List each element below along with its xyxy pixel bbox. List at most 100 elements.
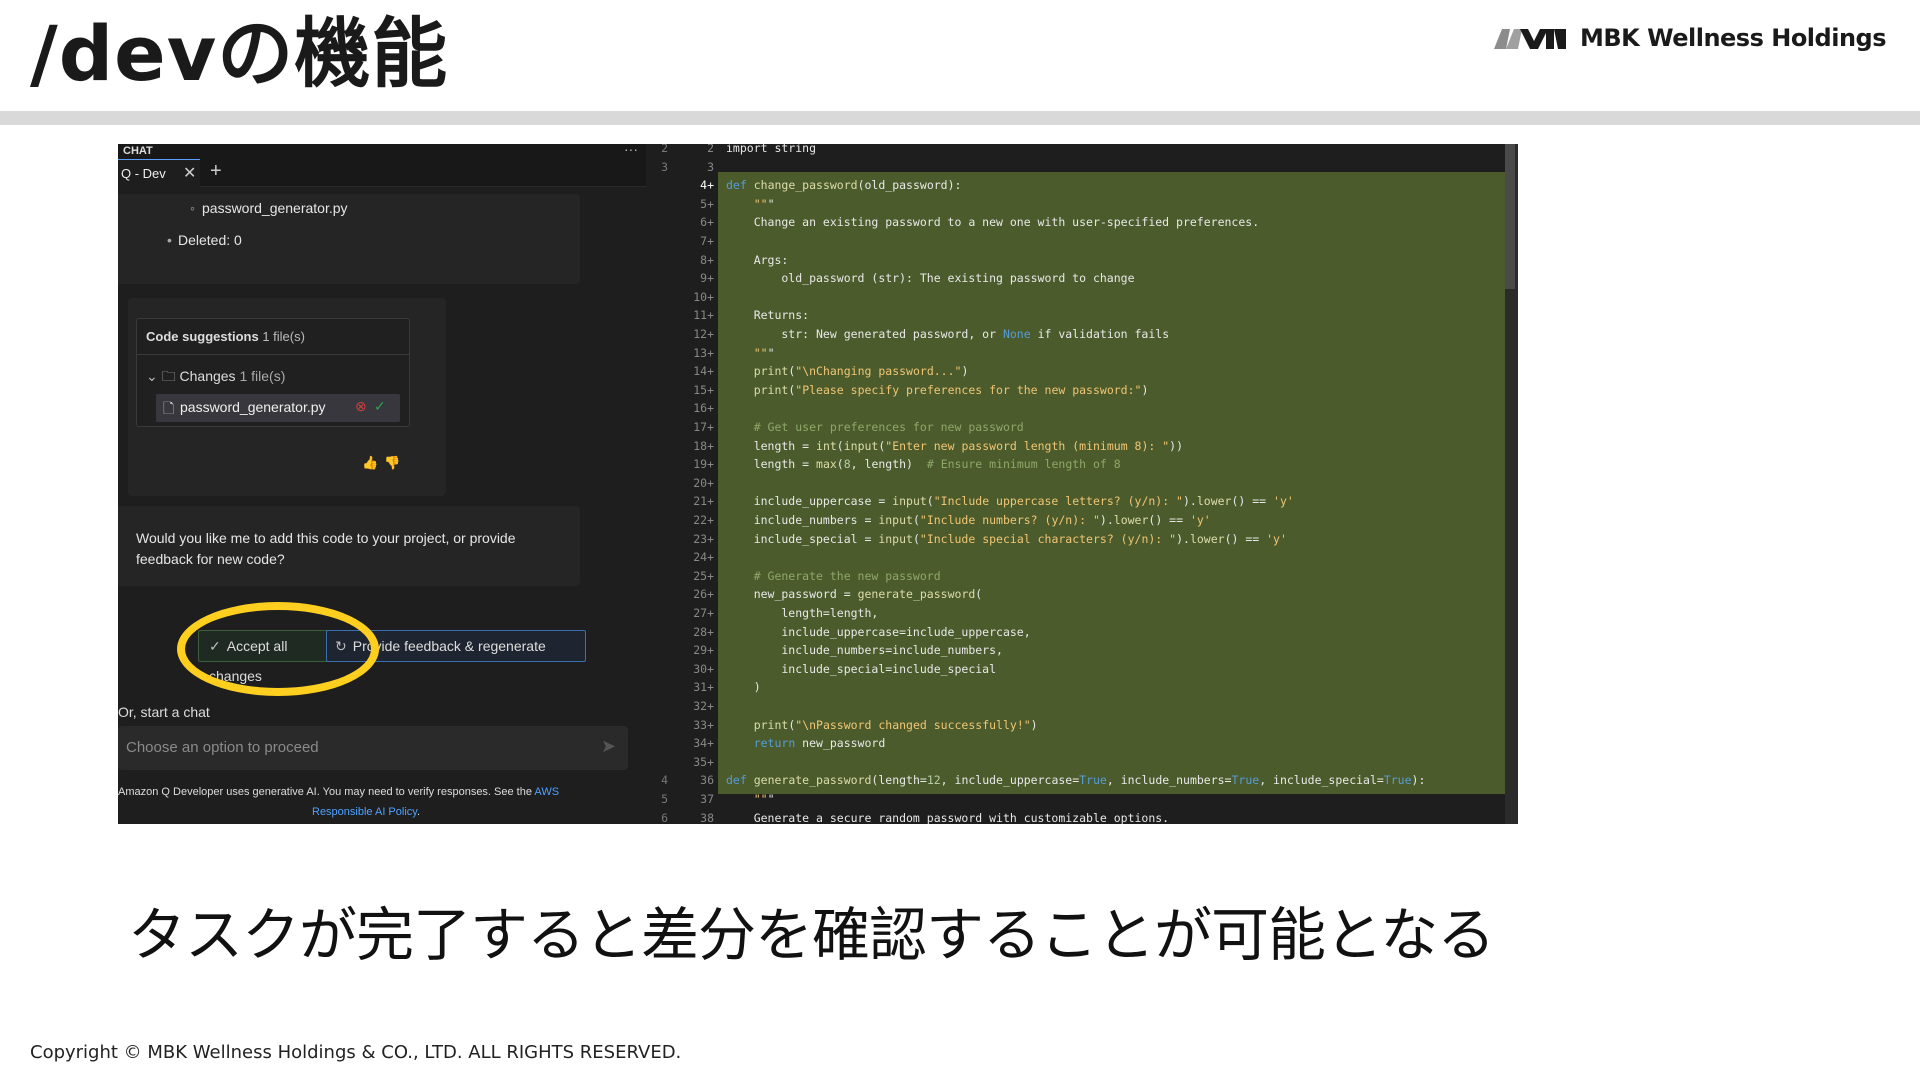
code-line[interactable]: import string xyxy=(726,144,816,158)
chat-tab-bar: Q - Dev ✕ + xyxy=(118,159,646,187)
new-line-number: 18+ xyxy=(693,438,714,453)
changes-label: Changes xyxy=(179,368,236,384)
code-suggestions-count: 1 file(s) xyxy=(262,329,305,344)
code-line[interactable]: include_special = input("Include special… xyxy=(726,530,1287,549)
code-line[interactable]: old_password (str): The existing passwor… xyxy=(726,269,1134,288)
send-icon[interactable]: ➤ xyxy=(601,736,616,757)
thumbs-down-icon[interactable]: 👎 xyxy=(384,455,406,470)
old-line-number xyxy=(652,567,668,586)
code-line[interactable]: include_uppercase=include_uppercase, xyxy=(726,623,1030,642)
new-line-number: 33+ xyxy=(693,717,714,732)
code-line[interactable]: Returns: xyxy=(726,306,809,325)
code-line[interactable]: """ xyxy=(726,195,775,214)
aws-link[interactable]: AWS xyxy=(534,786,559,798)
old-line-number xyxy=(652,213,668,232)
code-line[interactable]: print("\nPassword changed successfully!"… xyxy=(726,716,1038,735)
code-line[interactable]: length = max(8, length) # Ensure minimum… xyxy=(726,455,1121,474)
chat-header-title: CHAT xyxy=(123,145,153,157)
new-line-number: 32+ xyxy=(693,699,714,713)
code-line[interactable]: """ xyxy=(726,344,775,363)
code-line[interactable]: def change_password(old_password): xyxy=(726,176,961,195)
new-tab-icon[interactable]: + xyxy=(210,160,222,183)
header-divider xyxy=(0,111,1920,125)
code-line[interactable]: Generate a secure random password with c… xyxy=(726,809,1169,824)
old-line-number xyxy=(652,734,668,753)
old-line-number xyxy=(652,530,668,549)
new-line-number: 36 xyxy=(700,773,714,788)
code-line[interactable]: print("\nChanging password...") xyxy=(726,362,969,381)
old-line-number xyxy=(652,716,668,735)
start-chat-label: Or, start a chat xyxy=(118,704,210,720)
new-line-number: 2 xyxy=(707,144,714,155)
changes-folder[interactable]: ⌄ 🗀 Changes 1 file(s) xyxy=(146,366,285,390)
new-line-number: 35+ xyxy=(693,754,714,769)
thumbs-up-icon[interactable]: 👍 xyxy=(362,455,384,470)
tab-q-dev[interactable]: Q - Dev ✕ xyxy=(118,159,200,187)
new-line-number: 13+ xyxy=(693,345,714,360)
old-line-number: 3 xyxy=(661,159,668,174)
new-line-number: 6+ xyxy=(700,215,714,230)
list-item-deleted: Deleted: 0 xyxy=(167,232,242,248)
code-line[interactable]: include_special=include_special xyxy=(726,660,996,679)
code-line[interactable]: def generate_password(length=12, include… xyxy=(726,771,1425,790)
old-line-number xyxy=(652,306,668,325)
code-line[interactable]: Args: xyxy=(726,251,789,270)
more-options-icon[interactable]: ··· xyxy=(624,144,638,157)
old-line-number: 4 xyxy=(661,773,668,788)
code-line[interactable]: length = int(input("Enter new password l… xyxy=(726,437,1183,456)
new-line-number: 27+ xyxy=(693,606,714,620)
old-line-number xyxy=(652,232,668,251)
old-line-number xyxy=(652,325,668,344)
code-line[interactable]: str: New generated password, or None if … xyxy=(726,325,1169,344)
old-line-number xyxy=(652,455,668,474)
accept-check-icon[interactable]: ✓ xyxy=(374,398,386,415)
new-line-number: 23+ xyxy=(693,531,714,546)
new-line-number: 9+ xyxy=(700,271,714,286)
new-line-number: 19+ xyxy=(693,457,714,472)
code-line[interactable]: Change an existing password to a new one… xyxy=(726,213,1259,232)
code-line[interactable]: include_uppercase = input("Include upper… xyxy=(726,492,1294,511)
old-line-number: 6 xyxy=(661,810,668,824)
old-line-number xyxy=(652,585,668,604)
code-line[interactable]: include_numbers = input("Include numbers… xyxy=(726,511,1211,530)
copyright: Copyright © MBK Wellness Holdings & CO.,… xyxy=(30,1042,682,1063)
code-line[interactable]: # Get user preferences for new password xyxy=(726,418,1024,437)
code-line[interactable]: new_password = generate_password( xyxy=(726,585,983,604)
new-line-number: 34+ xyxy=(693,736,714,751)
old-line-number xyxy=(652,288,668,307)
new-line-number: 4+ xyxy=(700,178,714,193)
old-line-number xyxy=(652,511,668,530)
scrollbar-thumb[interactable] xyxy=(1505,144,1515,289)
code-suggestions-label: Code suggestions xyxy=(146,329,259,344)
new-line-number: 20+ xyxy=(693,475,714,490)
brand: MBK Wellness Holdings xyxy=(1493,24,1887,52)
changed-file-row[interactable]: 🗋 password_generator.py ⊗ ✓ xyxy=(156,394,400,422)
old-line-number xyxy=(652,176,668,195)
regenerate-label: Provide feedback & regenerate xyxy=(352,638,546,654)
disclaimer-text: Amazon Q Developer uses generative AI. Y… xyxy=(118,786,535,798)
old-line-number xyxy=(652,269,668,288)
old-line-number xyxy=(652,344,668,363)
close-icon[interactable]: ✕ xyxy=(183,163,196,183)
old-line-number xyxy=(652,474,668,493)
code-line[interactable]: """ xyxy=(726,790,775,809)
old-line-number xyxy=(652,492,668,511)
reject-icon[interactable]: ⊗ xyxy=(355,398,367,415)
code-editor[interactable]: 2 2 import string 3 3 4+ def change_password(o… xyxy=(646,144,1518,824)
new-line-number: 15+ xyxy=(693,382,714,397)
chat-input[interactable]: Choose an option to proceed ➤ xyxy=(118,726,628,770)
code-line[interactable]: return new_password xyxy=(726,734,886,753)
new-line-number: 28+ xyxy=(693,624,714,639)
code-line[interactable]: length=length, xyxy=(726,604,878,623)
code-line[interactable]: # Generate the new password xyxy=(726,567,941,586)
old-line-number xyxy=(652,399,668,418)
responsible-ai-policy-link[interactable]: Responsible AI Policy xyxy=(312,806,417,818)
code-line[interactable]: print("Please specify preferences for th… xyxy=(726,381,1149,400)
new-line-number: 31+ xyxy=(693,680,714,695)
code-line[interactable]: ) xyxy=(726,678,761,697)
old-line-number xyxy=(652,195,668,214)
highlight-circle xyxy=(177,602,379,696)
code-line[interactable]: include_numbers=include_numbers, xyxy=(726,641,1003,660)
new-line-number: 22+ xyxy=(693,513,714,527)
new-line-number: 10+ xyxy=(693,289,714,304)
